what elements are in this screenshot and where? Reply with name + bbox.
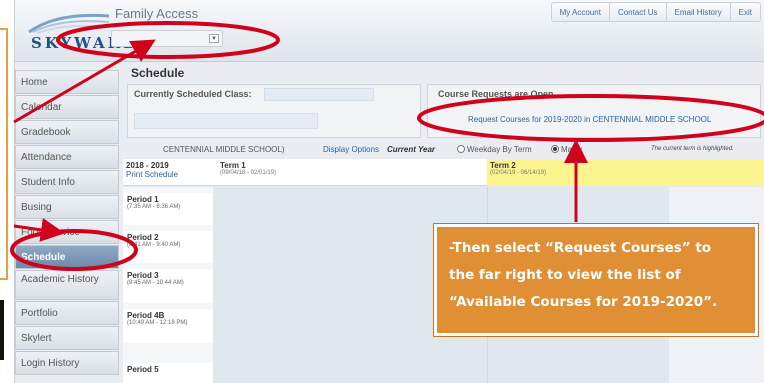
school-label: CENTENNIAL MIDDLE SCHOOL) [163,145,285,154]
page-title: Schedule [131,66,185,80]
current-class-label: Currently Scheduled Class: [134,89,252,99]
email-history-link[interactable]: Email History [665,3,730,21]
sidebar-item-calendar[interactable]: Calendar [15,95,119,119]
sidebar-item-login-history[interactable]: Login History [15,351,119,375]
current-year-label: Current Year [387,145,436,154]
period-row: Period 4B (10:49 AM - 12:18 PM) [123,309,213,343]
current-class-value [134,113,318,129]
period-row: Period 1 (7:35 AM - 8:36 AM) [123,193,213,225]
sidebar-item-portfolio[interactable]: Portfolio [15,301,119,325]
weekday-by-term-option[interactable]: Weekday By Term [457,145,532,154]
term2-dates: (02/04/19 - 06/14/19) [490,170,547,176]
print-schedule-link[interactable]: Print Schedule [126,170,210,179]
term1-name: Term 1 [220,161,246,170]
term1-dates: (09/04/18 - 02/01/19) [220,170,277,176]
period-row: Period 2 (8:41 AM - 9:40 AM) [123,231,213,263]
left-callout-edge [0,28,8,280]
skyward-logo: SKYWARD [27,10,136,52]
current-class-box: Currently Scheduled Class: [127,84,421,138]
period-name: Period 1 [127,195,159,204]
highlight-note: The current term is highlighted. [651,146,734,152]
my-account-link[interactable]: My Account [552,3,609,21]
left-margin [0,0,14,383]
period-name: Period 4B [127,311,165,320]
contact-us-link[interactable]: Contact Us [608,3,666,21]
callout-line: “Available Courses for 2019-2020”. [449,294,718,310]
period-name: Period 2 [127,233,159,242]
period-time: (7:35 AM - 8:36 AM) [127,204,181,210]
sidebar-item-gradebook[interactable]: Gradebook [15,120,119,144]
display-options-row: CENTENNIAL MIDDLE SCHOOL) Display Option… [123,144,764,158]
period-column: Period 1 (7:35 AM - 8:36 AM) Period 2 (8… [123,187,213,383]
district-select[interactable]: ▼ [111,30,223,47]
exit-link[interactable]: Exit [729,3,760,21]
period-row: Period 5 [123,363,213,383]
sidebar-item-academic-history[interactable]: Academic History [15,270,119,300]
callout-line: the far right to view the list of [449,267,681,283]
course-requests-box: Course Requests are Open Request Courses… [427,84,761,138]
term2-name: Term 2 [490,161,516,170]
header: SKYWARD Family Access ▼ My Account Conta… [15,0,764,62]
sidebar-item-busing[interactable]: Busing [15,195,119,219]
current-class-field [264,88,374,101]
radio-weekday-icon[interactable] [457,145,465,153]
radio-matrix-icon[interactable] [551,145,559,153]
year-label: 2018 - 2019 [126,161,169,170]
grid-header: 2018 - 2019 Print Schedule Term 1 (09/04… [123,159,764,186]
period-time: (8:41 AM - 9:40 AM) [127,242,181,248]
term2-header: Term 2 (02/04/19 - 06/14/19) [487,159,764,186]
instruction-callout: -Then select “Request Courses” to the fa… [433,223,759,337]
period-time: (10:49 AM - 12:18 PM) [127,320,188,326]
chevron-down-icon[interactable]: ▼ [209,34,219,43]
period-name: Period 5 [127,365,159,374]
term1-header: Term 1 (09/04/18 - 02/01/19) [217,159,487,186]
sidebar-item-student-info[interactable]: Student Info [15,170,119,194]
sidebar-item-skylert[interactable]: Skylert [15,326,119,350]
logo-swoosh-icon [28,13,110,34]
sidebar-item-food-service[interactable]: Food Service [15,220,119,244]
callout-line: -Then select “Request Courses” to [449,240,712,256]
matrix-option[interactable]: Matrix [551,145,583,154]
request-courses-link[interactable]: Request Courses for 2019-2020 in CENTENN… [468,115,711,124]
period-name: Period 3 [127,271,159,280]
sidebar: Home Calendar Gradebook Attendance Stude… [15,70,119,376]
left-dark-edge [0,300,4,360]
sidebar-item-home[interactable]: Home [15,70,119,94]
app-title: Family Access [115,6,199,21]
period-time: (9:45 AM - 10:44 AM) [127,280,184,286]
sidebar-item-attendance[interactable]: Attendance [15,145,119,169]
year-cell: 2018 - 2019 Print Schedule [123,159,213,186]
sidebar-item-schedule[interactable]: Schedule [15,245,119,269]
display-options-link[interactable]: Display Options [323,145,379,154]
top-links: My Account Contact Us Email History Exit [550,2,761,22]
course-requests-label: Course Requests are Open [438,89,554,99]
period-row: Period 3 (9:45 AM - 10:44 AM) [123,269,213,303]
